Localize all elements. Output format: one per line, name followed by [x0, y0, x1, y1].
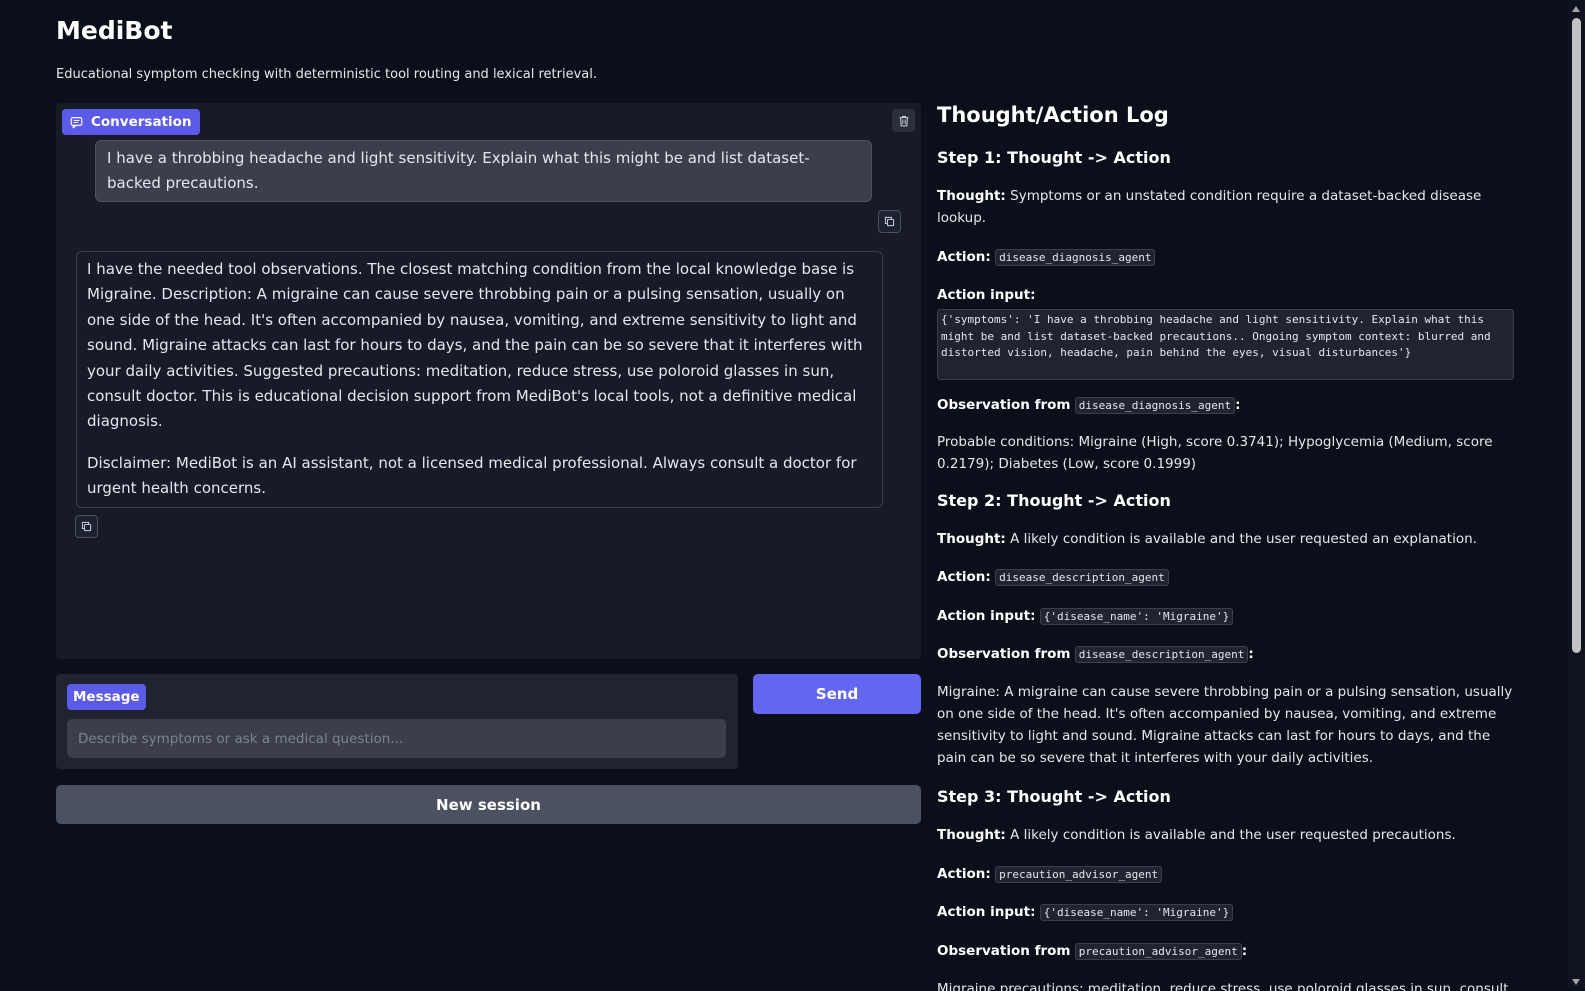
copy-icon — [884, 216, 895, 227]
conversation-label: Conversation — [62, 109, 200, 135]
trash-icon — [899, 115, 908, 126]
observation-from-label: Observation from — [937, 397, 1071, 413]
step-3-action-input: Action input: {'disease_name': 'Migraine… — [937, 901, 1518, 924]
step-2-action-input: Action input: {'disease_name': 'Migraine… — [937, 605, 1518, 628]
message-label: Message — [67, 684, 146, 710]
step-2-action-code: disease_description_agent — [995, 569, 1169, 586]
step-1-action-code: disease_diagnosis_agent — [995, 249, 1156, 266]
thought-action-log: Thought/Action Log Step 1: Thought -> Ac… — [937, 0, 1518, 991]
step-1-heading: Step 1: Thought -> Action — [937, 148, 1171, 167]
bot-message-disclaimer: Disclaimer: MediBot is an AI assistant, … — [87, 453, 857, 498]
step-2-action: Action: disease_description_agent — [937, 566, 1518, 589]
page-scrollbar[interactable] — [1568, 0, 1585, 991]
copy-icon — [81, 521, 92, 532]
action-input-label: Action input: — [937, 608, 1036, 624]
clear-chat-button[interactable] — [892, 109, 915, 132]
step-2-thought: Thought: A likely condition is available… — [937, 528, 1518, 550]
colon-label: : — [1235, 397, 1241, 413]
step-2-observation: Migraine: A migraine can cause severe th… — [937, 684, 1513, 766]
step-3-observation: Migraine precautions: meditation, reduce… — [937, 981, 1509, 991]
log-title: Thought/Action Log — [937, 103, 1169, 127]
observation-from-label: Observation from — [937, 646, 1071, 662]
scroll-up-arrow-icon[interactable] — [1572, 6, 1580, 12]
copy-user-message-button[interactable] — [878, 210, 901, 233]
step-1-action-input-code: {'symptoms': 'I have a throbbing headach… — [937, 309, 1514, 380]
copy-bot-message-button[interactable] — [75, 515, 98, 538]
thought-label: Thought: — [937, 531, 1006, 547]
step-2-heading: Step 2: Thought -> Action — [937, 491, 1171, 510]
step-1-action-input-label: Action input: — [937, 284, 1518, 306]
app-subtitle: Educational symptom checking with determ… — [56, 67, 597, 82]
message-input[interactable] — [67, 719, 726, 758]
colon-label: : — [1248, 646, 1254, 662]
step-1-observation-agent: disease_diagnosis_agent — [1074, 397, 1236, 414]
bot-message: I have the needed tool observations. The… — [76, 251, 883, 508]
scrollbar-thumb[interactable] — [1572, 18, 1581, 653]
action-label: Action: — [937, 569, 991, 585]
step-1-thought-text: Symptoms or an unstated condition requir… — [937, 188, 1482, 226]
action-input-label: Action input: — [937, 287, 1036, 303]
step-2-observation-agent: disease_description_agent — [1074, 646, 1249, 663]
user-message: I have a throbbing headache and light se… — [95, 140, 872, 202]
colon-label: : — [1241, 943, 1248, 959]
bot-message-body: I have the needed tool observations. The… — [87, 260, 863, 431]
thought-label: Thought: — [937, 188, 1006, 204]
app-title: MediBot — [56, 16, 173, 45]
step-1-observation-label: Observation from disease_diagnosis_agent… — [937, 394, 1518, 417]
action-input-label: Action input: — [937, 904, 1036, 920]
conversation-label-text: Conversation — [91, 114, 192, 130]
step-3-action: Action: precaution_advisor_agent — [937, 863, 1518, 886]
action-label: Action: — [937, 866, 991, 882]
step-3-observation-label: Observation from precaution_advisor_agen… — [937, 940, 1518, 963]
scroll-down-arrow-icon[interactable] — [1572, 979, 1580, 985]
message-box: Message — [56, 674, 738, 769]
step-3-thought: Thought: A likely condition is available… — [937, 824, 1518, 846]
step-3-heading: Step 3: Thought -> Action — [937, 787, 1171, 806]
new-session-button[interactable]: New session — [56, 785, 921, 824]
thought-label: Thought: — [937, 827, 1006, 843]
action-label: Action: — [937, 249, 991, 265]
send-button[interactable]: Send — [753, 674, 921, 714]
chat-panel: Conversation I have a throbbing headache… — [56, 103, 921, 659]
step-2-action-input-code: {'disease_name': 'Migraine'} — [1039, 608, 1234, 625]
step-1-observation: Probable conditions: Migraine (High, sco… — [937, 434, 1493, 472]
step-1-thought: Thought: Symptoms or an unstated conditi… — [937, 185, 1518, 229]
step-2-thought-text: A likely condition is available and the … — [1010, 531, 1477, 547]
step-3-action-input-code: {'disease_name': 'Migraine'} — [1039, 904, 1234, 921]
step-3-action-code: precaution_advisor_agent — [995, 866, 1163, 883]
chat-bubble-icon — [70, 116, 83, 128]
step-2-observation-label: Observation from disease_description_age… — [937, 643, 1518, 666]
step-3-observation-agent: precaution_advisor_agent — [1074, 943, 1242, 960]
step-3-thought-text: A likely condition is available and the … — [1010, 827, 1456, 843]
observation-from-label: Observation from — [937, 943, 1071, 959]
step-1-action: Action: disease_diagnosis_agent — [937, 246, 1518, 269]
